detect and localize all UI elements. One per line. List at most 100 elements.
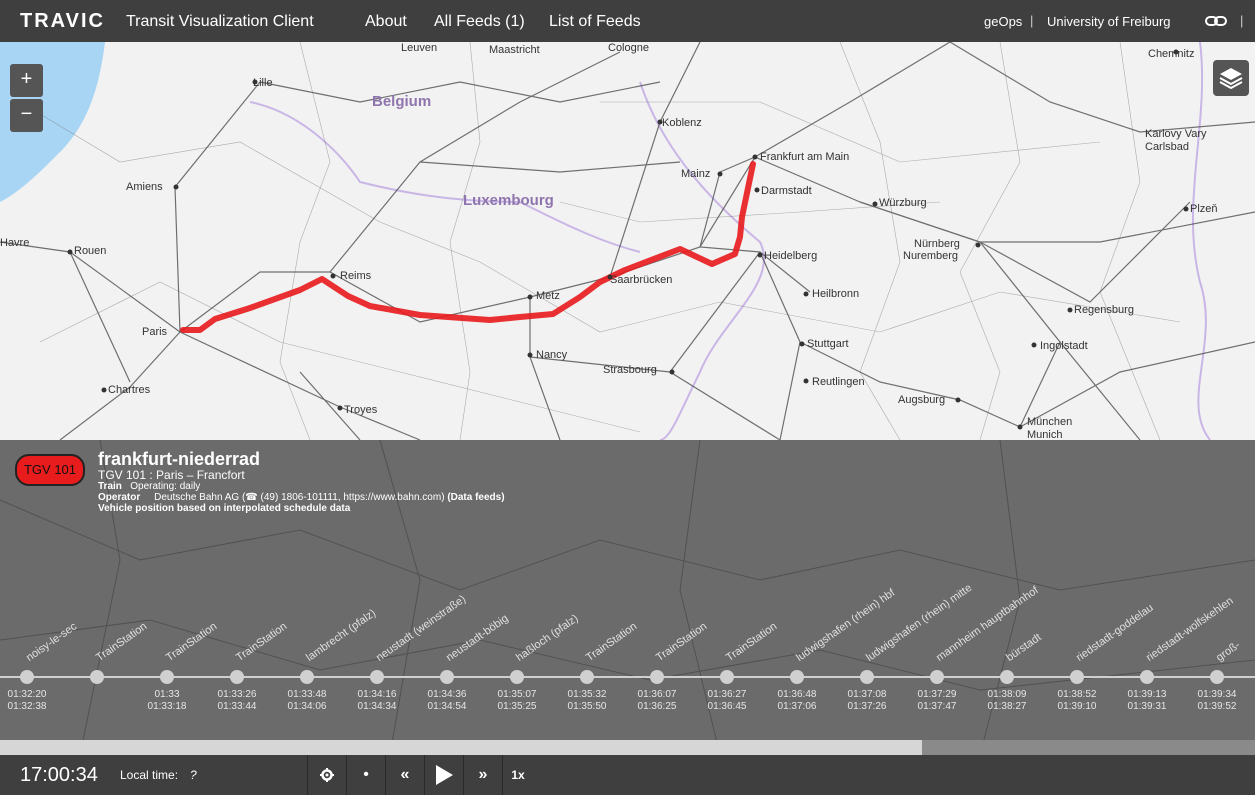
- arrival-time: 01:38:09: [987, 689, 1027, 700]
- stop-times: 01:34:16 01:34:34: [347, 689, 407, 713]
- settings-button[interactable]: [308, 755, 346, 795]
- vehicle-title: frankfurt-niederrad: [98, 449, 261, 469]
- stop-dot[interactable]: [650, 670, 664, 684]
- city-label: Havre: [0, 237, 30, 249]
- city-label: Koblenz: [662, 117, 702, 129]
- stop-times: 01:39:34 01:39:52: [1187, 689, 1247, 713]
- departure-time: 01:39:31: [1127, 701, 1167, 712]
- stop-dot[interactable]: [580, 670, 594, 684]
- departure-time: 01:38:27: [987, 701, 1027, 712]
- nav-about[interactable]: About: [365, 13, 407, 31]
- stop-dot[interactable]: [90, 670, 104, 684]
- departure-time: 01:33:18: [147, 701, 187, 712]
- arrival-time: 01:37:29: [917, 689, 957, 700]
- stop-name: TrainStation: [724, 620, 780, 664]
- stop-dot[interactable]: [790, 670, 804, 684]
- stop-dot[interactable]: [510, 670, 524, 684]
- zoom-in-button[interactable]: +: [10, 64, 43, 97]
- stop-name: bürstadt: [1004, 631, 1044, 664]
- map-view[interactable]: Belgium Luxembourg Leuven Maastricht Col…: [0, 42, 1255, 440]
- travic-logo[interactable]: TRAVIC: [20, 10, 105, 33]
- departure-time: 01:36:45: [707, 701, 747, 712]
- stop-dot[interactable]: [1000, 670, 1014, 684]
- country-label-luxembourg: Luxembourg: [463, 192, 554, 209]
- stop-name: groß-: [1214, 639, 1243, 664]
- city-label: München: [1027, 416, 1073, 428]
- stop-dot[interactable]: [370, 670, 384, 684]
- nav-list-of-feeds[interactable]: List of Feeds: [549, 13, 641, 31]
- country-label-belgium: Belgium: [372, 93, 432, 110]
- stop-dot[interactable]: [860, 670, 874, 684]
- arrival-time: 01:37:08: [847, 689, 887, 700]
- stop-dot[interactable]: [1070, 670, 1084, 684]
- record-button[interactable]: •: [347, 755, 385, 795]
- nav-all-feeds[interactable]: All Feeds (1): [434, 13, 525, 31]
- stop-name: neustadt-böbig: [444, 612, 511, 664]
- progress-fill: [0, 740, 923, 755]
- vehicle-operating: Operating: daily: [130, 481, 201, 492]
- stop-dot[interactable]: [1140, 670, 1154, 684]
- play-button[interactable]: [425, 755, 463, 795]
- city-label: Heidelberg: [764, 250, 818, 262]
- city-label: Metz: [536, 290, 560, 302]
- play-icon: [434, 764, 454, 785]
- data-feeds-link[interactable]: (Data feeds): [447, 492, 504, 503]
- stop-dot[interactable]: [440, 670, 454, 684]
- departure-time: 01:35:50: [567, 701, 607, 712]
- link-icon[interactable]: [1205, 13, 1227, 34]
- city-label: Augsburg: [898, 394, 946, 406]
- stop-dot[interactable]: [20, 670, 34, 684]
- arrival-time: 01:34:36: [427, 689, 467, 700]
- link-university-of-freiburg[interactable]: University of Freiburg: [1047, 14, 1171, 29]
- departure-time: 01:37:47: [917, 701, 957, 712]
- city-label: Reutlingen: [812, 376, 865, 388]
- stop-dot[interactable]: [1210, 670, 1224, 684]
- stop-times: 01:36:48 01:37:06: [767, 689, 827, 713]
- stop-times: 01:39:13 01:39:31: [1117, 689, 1177, 713]
- city-label: Carlsbad: [1145, 141, 1190, 153]
- top-bar: TRAVIC Transit Visualization Client Abou…: [0, 0, 1255, 42]
- zoom-out-button[interactable]: −: [10, 99, 43, 132]
- city-label: Maastricht: [489, 44, 540, 56]
- speed-button[interactable]: 1x: [503, 755, 533, 795]
- stop-name: TrainStation: [164, 620, 220, 664]
- stop-dot[interactable]: [930, 670, 944, 684]
- city-label: Heilbronn: [812, 288, 860, 300]
- city-label: Nuremberg: [903, 250, 959, 262]
- departure-time: 01:39:52: [1197, 701, 1237, 712]
- stop-dot[interactable]: [300, 670, 314, 684]
- arrival-time: 01:36:48: [777, 689, 817, 700]
- stop-dot[interactable]: [720, 670, 734, 684]
- stop-name: noisy-le-sec: [24, 620, 80, 664]
- city-label: Rouen: [74, 245, 107, 257]
- city-label: Chemnitz: [1148, 48, 1195, 60]
- fast-forward-button[interactable]: »: [464, 755, 502, 795]
- rewind-button[interactable]: «: [386, 755, 424, 795]
- vehicle-type-label: Train: [98, 481, 122, 492]
- city-label: Cologne: [608, 42, 649, 54]
- vehicle-operator-line: Operator Deutsche Bahn AG (☎ (49) 1806-1…: [98, 492, 505, 503]
- arrival-time: 01:33:48: [287, 689, 327, 700]
- vehicle-note: Vehicle position based on interpolated s…: [98, 503, 351, 514]
- stop-dot[interactable]: [160, 670, 174, 684]
- departure-time: 01:39:10: [1057, 701, 1097, 712]
- link-geops[interactable]: geOps: [984, 14, 1022, 29]
- separator: |: [1030, 13, 1034, 28]
- vehicle-route: TGV 101 : Paris – Francfort: [98, 468, 245, 482]
- layers-button[interactable]: [1213, 60, 1249, 96]
- stop-dot[interactable]: [230, 670, 244, 684]
- arrival-time: 01:35:32: [567, 689, 607, 700]
- stop-times: 01:38:09 01:38:27: [977, 689, 1037, 713]
- city-label: Lille: [253, 77, 273, 89]
- city-label: Regensburg: [1074, 304, 1134, 316]
- city-label: Plzeň: [1190, 203, 1218, 215]
- app-title: Transit Visualization Client: [126, 13, 314, 30]
- departure-time: 01:37:26: [847, 701, 887, 712]
- stop-times: 01:33 01:33:18: [137, 689, 197, 713]
- departure-time: 01:36:25: [637, 701, 677, 712]
- operator-text: Deutsche Bahn AG (☎ (49) 1806-101111, ht…: [154, 492, 445, 503]
- city-label: Troyes: [344, 404, 378, 416]
- stop-times: 01:32:20 01:32:38: [0, 689, 57, 713]
- playback-progress-bar[interactable]: [0, 740, 1255, 755]
- city-label: Nancy: [536, 349, 568, 361]
